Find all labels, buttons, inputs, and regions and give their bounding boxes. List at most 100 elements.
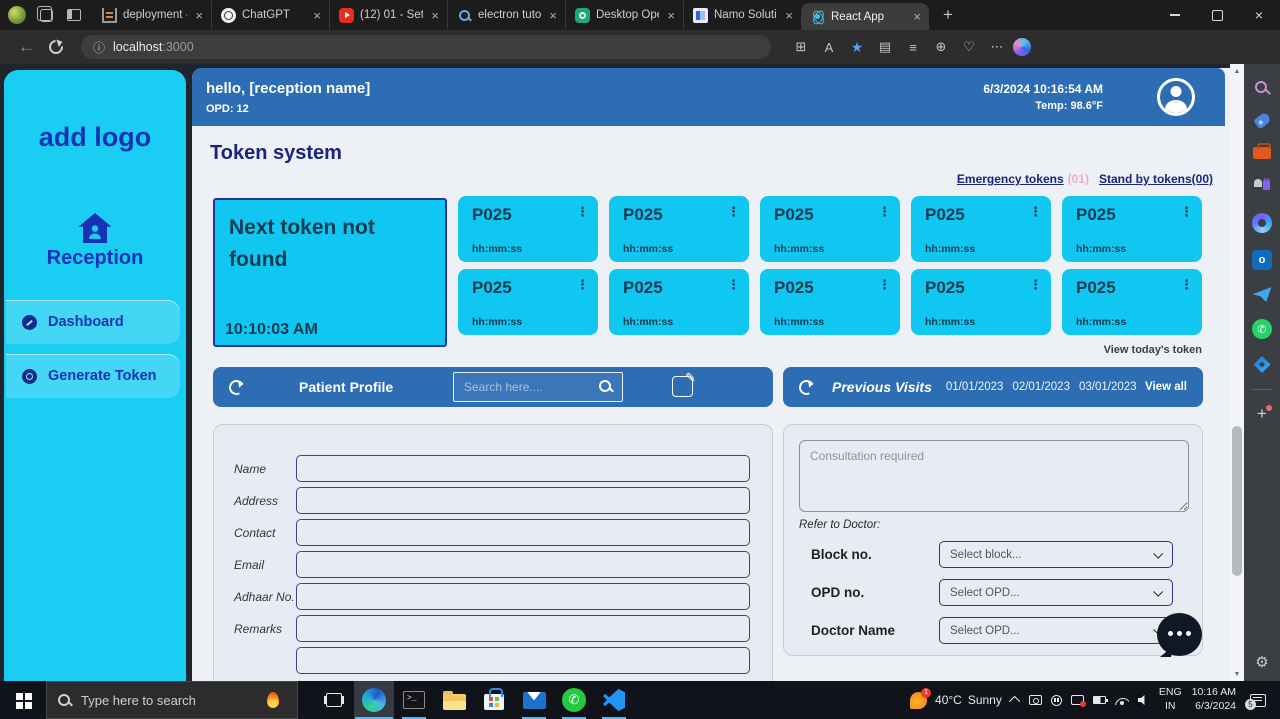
- kebab-menu-icon[interactable]: ⋮: [878, 204, 891, 220]
- whatsapp-icon[interactable]: [1252, 319, 1272, 339]
- scroll-down-icon[interactable]: ▼: [1230, 667, 1244, 681]
- store-taskbar-button[interactable]: [474, 681, 514, 719]
- refresh-button[interactable]: [49, 40, 63, 54]
- audio-device-icon[interactable]: [1051, 695, 1062, 706]
- view-today-token-link[interactable]: View today's token: [1104, 344, 1202, 356]
- token-card[interactable]: P025 ⋮ hh:mm:ss: [609, 196, 749, 262]
- kebab-menu-icon[interactable]: ⋮: [1029, 277, 1042, 293]
- device-icon[interactable]: [1029, 695, 1042, 705]
- refresh-icon[interactable]: [229, 380, 244, 395]
- kebab-menu-icon[interactable]: ⋮: [576, 204, 589, 220]
- workspaces-icon[interactable]: [40, 9, 53, 22]
- browser-tab[interactable]: React App ×: [801, 3, 929, 30]
- games-icon[interactable]: [1252, 176, 1272, 196]
- task-view-button[interactable]: [314, 681, 354, 719]
- token-card[interactable]: P025 ⋮ hh:mm:ss: [760, 196, 900, 262]
- hidden-icons-chevron[interactable]: [1009, 696, 1020, 707]
- cast-icon[interactable]: [1071, 695, 1084, 705]
- browser-tab[interactable]: Namo Solution ×: [683, 1, 801, 29]
- favorites-star-icon[interactable]: ★: [845, 35, 869, 59]
- whatsapp-taskbar-button[interactable]: [554, 681, 594, 719]
- tab-close-icon[interactable]: ×: [193, 8, 205, 23]
- outlook-icon[interactable]: [1252, 250, 1272, 270]
- tab-close-icon[interactable]: ×: [429, 8, 441, 23]
- consultation-textarea[interactable]: [799, 440, 1189, 512]
- volume-icon[interactable]: [1138, 695, 1149, 706]
- field-input[interactable]: [296, 583, 750, 610]
- chat-widget-button[interactable]: [1157, 613, 1202, 656]
- field-input[interactable]: [296, 647, 750, 674]
- language-indicator[interactable]: ENGIN: [1159, 686, 1182, 713]
- scroll-up-icon[interactable]: ▲: [1230, 64, 1244, 78]
- kebab-menu-icon[interactable]: ⋮: [727, 204, 740, 220]
- new-tab-button[interactable]: +: [929, 5, 967, 25]
- tab-close-icon[interactable]: ×: [911, 9, 923, 24]
- next-token-card[interactable]: Next token not found 10:10:03 AM: [213, 198, 447, 347]
- weather-widget[interactable]: 1 40°CSunny: [910, 692, 1002, 709]
- emergency-tokens-link[interactable]: Emergency tokens: [957, 172, 1064, 186]
- field-input[interactable]: [296, 519, 750, 546]
- search-icon[interactable]: [1252, 78, 1272, 98]
- customize-sidebar-icon[interactable]: +: [1252, 404, 1272, 424]
- page-scrollbar[interactable]: ▲ ▼: [1230, 64, 1244, 681]
- mail-taskbar-button[interactable]: [514, 681, 554, 719]
- site-info-icon[interactable]: ⓘ: [93, 39, 105, 56]
- read-aloud-icon[interactable]: A: [817, 35, 841, 59]
- clock[interactable]: 10:16 AM6/3/2024: [1192, 686, 1236, 713]
- kebab-menu-icon[interactable]: ⋮: [727, 277, 740, 293]
- address-bar[interactable]: ⓘ localhost:3000: [81, 35, 771, 59]
- copilot-icon[interactable]: [1252, 213, 1272, 233]
- tab-close-icon[interactable]: ×: [665, 8, 677, 23]
- terminal-taskbar-button[interactable]: [394, 681, 434, 719]
- token-card[interactable]: P025 ⋮ hh:mm:ss: [1062, 196, 1202, 262]
- more-tools-icon[interactable]: ⋯: [985, 35, 1009, 59]
- scrollbar-thumb[interactable]: [1232, 426, 1242, 576]
- explorer-taskbar-button[interactable]: [434, 681, 474, 719]
- back-button[interactable]: ←: [10, 37, 43, 57]
- add-logo-button[interactable]: add logo: [39, 122, 151, 153]
- field-input[interactable]: [296, 615, 750, 642]
- browser-tab[interactable]: electron tutoria ×: [447, 1, 565, 29]
- kebab-menu-icon[interactable]: ⋮: [576, 277, 589, 293]
- tab-close-icon[interactable]: ×: [547, 8, 559, 23]
- field-input[interactable]: [296, 487, 750, 514]
- token-card[interactable]: P025 ⋮ hh:mm:ss: [1062, 269, 1202, 335]
- window-maximize-button[interactable]: [1196, 0, 1238, 30]
- refresh-icon[interactable]: [799, 380, 814, 395]
- kebab-menu-icon[interactable]: ⋮: [1180, 277, 1193, 293]
- tab-close-icon[interactable]: ×: [783, 8, 795, 23]
- favorites-list-icon[interactable]: ≡: [901, 35, 925, 59]
- browser-tab[interactable]: deployment - H ×: [93, 1, 211, 29]
- sidebar-item-dashboard[interactable]: Dashboard: [6, 300, 180, 344]
- standby-tokens-link[interactable]: Stand by tokens(00): [1099, 172, 1213, 186]
- kebab-menu-icon[interactable]: ⋮: [1029, 204, 1042, 220]
- split-screen-icon[interactable]: ▤: [873, 35, 897, 59]
- window-close-button[interactable]: ×: [1238, 0, 1280, 30]
- browser-profile-avatar[interactable]: [8, 6, 26, 24]
- kebab-menu-icon[interactable]: ⋮: [878, 277, 891, 293]
- tag-icon[interactable]: [1253, 112, 1272, 130]
- telegram-icon[interactable]: [1253, 287, 1272, 302]
- token-card[interactable]: P025 ⋮ hh:mm:ss: [458, 196, 598, 262]
- select-dropdown[interactable]: Select OPD...: [939, 617, 1173, 644]
- patient-search-input[interactable]: [454, 380, 598, 394]
- copilot-icon[interactable]: [1013, 38, 1031, 56]
- visit-date-link[interactable]: 02/01/2023: [1012, 381, 1070, 393]
- field-input[interactable]: [296, 455, 750, 482]
- kebab-menu-icon[interactable]: ⋮: [1180, 204, 1193, 220]
- token-card[interactable]: P025 ⋮ hh:mm:ss: [911, 196, 1051, 262]
- view-all-link[interactable]: View all: [1145, 381, 1187, 393]
- collections-icon[interactable]: ⊕: [929, 35, 953, 59]
- network-icon[interactable]: [1115, 695, 1129, 705]
- user-avatar[interactable]: [1157, 78, 1195, 116]
- browser-tab[interactable]: (12) 01 - Settin ×: [329, 1, 447, 29]
- tab-actions-icon[interactable]: [67, 9, 81, 21]
- apps-grid-icon[interactable]: ⊞: [789, 35, 813, 59]
- window-minimize-button[interactable]: [1154, 0, 1196, 30]
- start-button[interactable]: [0, 681, 46, 719]
- battery-icon[interactable]: [1093, 696, 1106, 704]
- token-card[interactable]: P025 ⋮ hh:mm:ss: [609, 269, 749, 335]
- sidebar-item-token[interactable]: Generate Token: [6, 354, 180, 398]
- tab-close-icon[interactable]: ×: [311, 8, 323, 23]
- drop-icon[interactable]: [1254, 356, 1271, 373]
